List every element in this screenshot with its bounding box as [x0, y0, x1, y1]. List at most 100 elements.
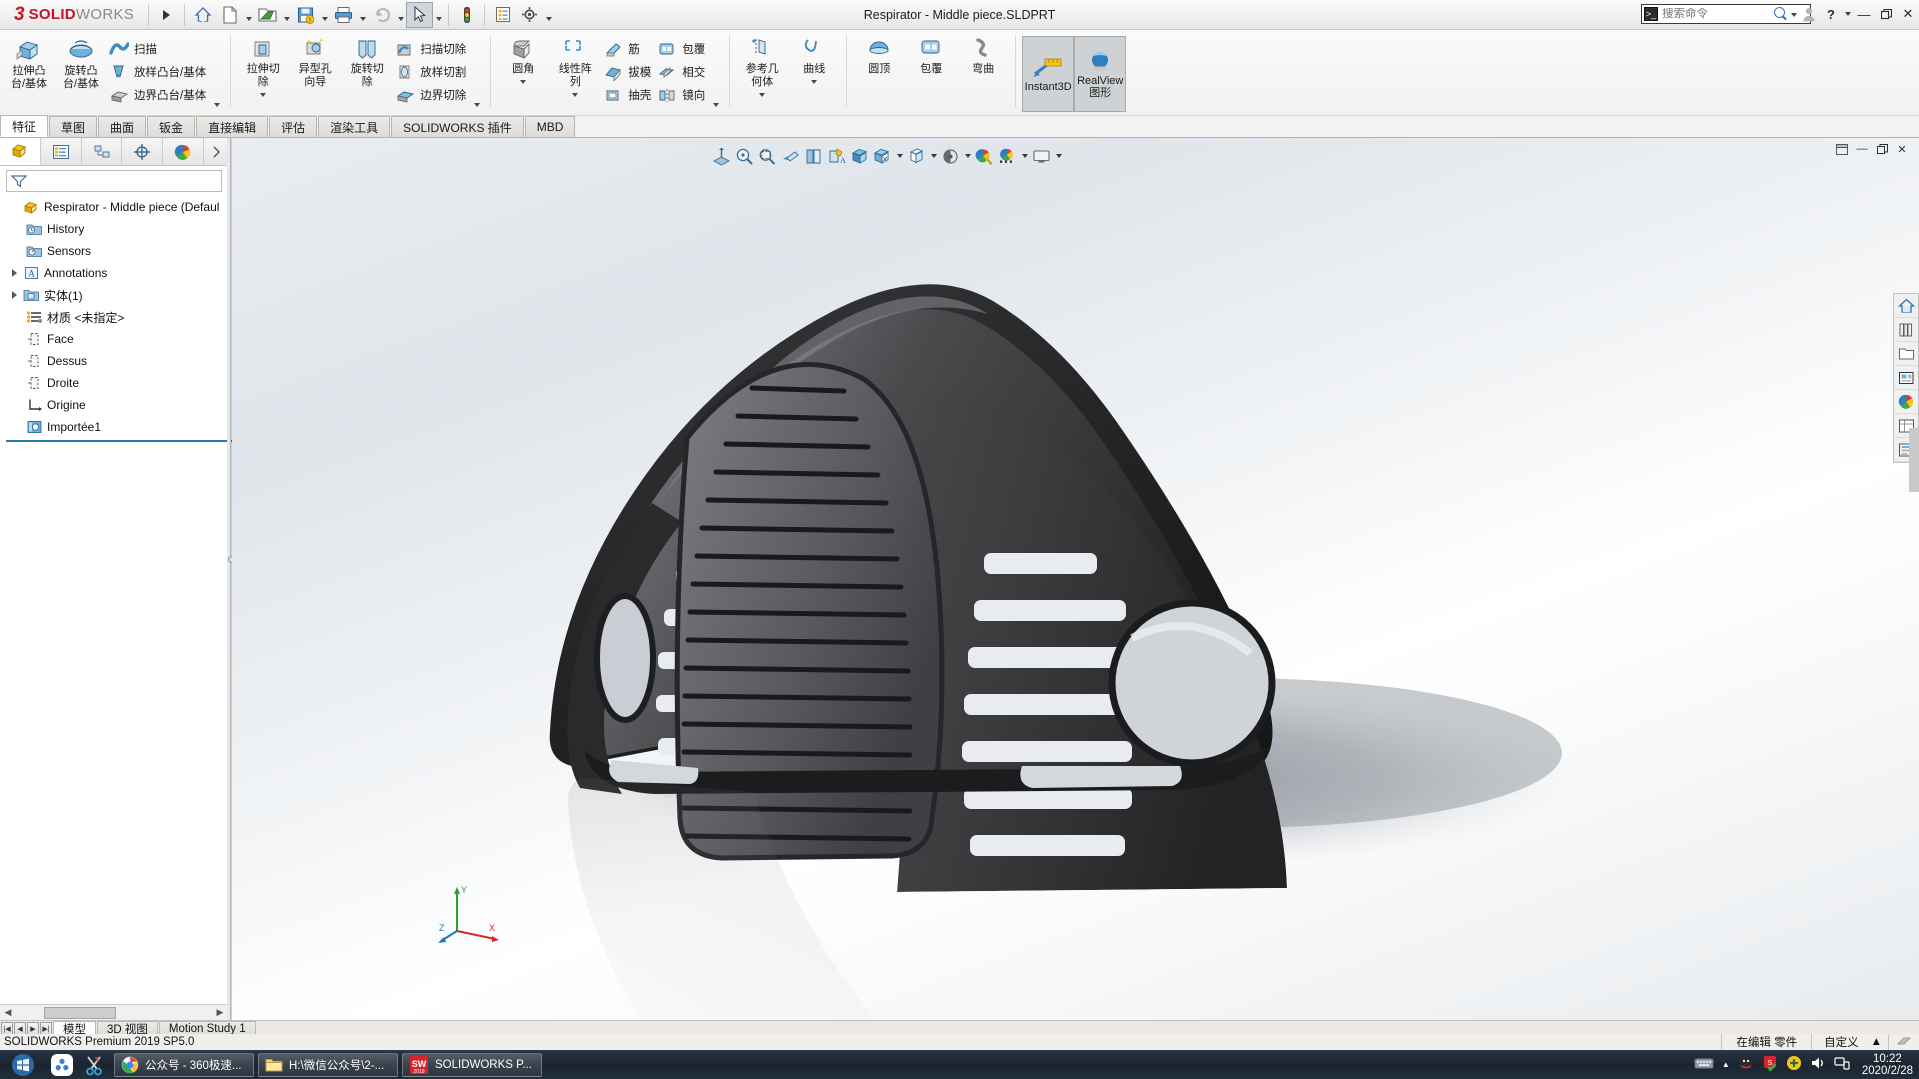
- new-document-dropdown[interactable]: [243, 2, 254, 28]
- wrap2-button[interactable]: 包覆: [905, 33, 957, 76]
- minimize-button[interactable]: —: [1853, 0, 1875, 28]
- extruded-cut-button[interactable]: 拉伸切除: [237, 33, 289, 88]
- appearances-scenes-button[interactable]: [1894, 390, 1918, 414]
- feature-manager-tab[interactable]: [0, 138, 41, 165]
- design-library-button[interactable]: [1894, 318, 1918, 342]
- revolved-cut-button[interactable]: 旋转切除: [341, 33, 393, 88]
- tree-item-origin[interactable]: Origine: [6, 394, 228, 416]
- graphics-vertical-scrollbar[interactable]: [1909, 428, 1919, 492]
- tab-evaluate[interactable]: 评估: [269, 116, 318, 137]
- instant3d-toggle[interactable]: Instant3D: [1022, 36, 1075, 112]
- start-button[interactable]: [0, 1053, 46, 1077]
- fillet-button[interactable]: 圆角: [497, 33, 549, 76]
- lofted-cut-button[interactable]: 放样切割: [393, 60, 470, 83]
- print-dropdown[interactable]: [357, 2, 368, 28]
- show-hidden-icons-button[interactable]: ▲: [1722, 1060, 1730, 1069]
- property-manager-tab[interactable]: [40, 138, 82, 165]
- home-button[interactable]: [189, 2, 216, 28]
- extruded-boss-button[interactable]: 拉伸凸 台/基体: [3, 33, 55, 90]
- boundary-boss-button[interactable]: 边界凸台/基体: [107, 83, 210, 106]
- scroll-thumb[interactable]: [44, 1006, 116, 1019]
- expand-menu-button[interactable]: [153, 2, 180, 28]
- tree-root-item[interactable]: Respirator - Middle piece (Defaul: [6, 196, 228, 218]
- help-dropdown[interactable]: [1842, 0, 1853, 28]
- restore-button[interactable]: [1875, 0, 1897, 28]
- mirror-button[interactable]: 镜向: [655, 83, 709, 106]
- tab-sheetmetal[interactable]: 钣金: [147, 116, 196, 137]
- wrap-button[interactable]: 包覆: [655, 37, 709, 60]
- reference-geometry-button[interactable]: 参考几 何体: [736, 33, 788, 88]
- rebuild-button[interactable]: [453, 2, 480, 28]
- shell-button[interactable]: 抽壳: [601, 83, 655, 106]
- save-dropdown[interactable]: [319, 2, 330, 28]
- close-button[interactable]: ✕: [1897, 0, 1919, 28]
- reference-geometry-dropdown[interactable]: [755, 88, 769, 101]
- tab-mbd[interactable]: MBD: [524, 116, 576, 137]
- status-resize-grip[interactable]: [1888, 1034, 1919, 1050]
- file-properties-button[interactable]: [489, 2, 516, 28]
- tree-item-imported[interactable]: Importée1: [6, 416, 228, 438]
- antivirus-icon[interactable]: S: [1762, 1055, 1778, 1074]
- snipping-tool-button[interactable]: [78, 1054, 110, 1076]
- boss-group-dropdown[interactable]: [210, 98, 224, 111]
- flex-button[interactable]: 弯曲: [957, 33, 1009, 76]
- expander[interactable]: [8, 291, 21, 299]
- swept-cut-button[interactable]: 扫描切除: [393, 37, 470, 60]
- panel-splitter[interactable]: [227, 138, 231, 1020]
- cut-group-dropdown[interactable]: [470, 98, 484, 111]
- tree-item-solid-bodies[interactable]: 实体(1): [6, 284, 228, 306]
- open-document-dropdown[interactable]: [281, 2, 292, 28]
- tab-surfaces[interactable]: 曲面: [98, 116, 147, 137]
- tab-sketch[interactable]: 草图: [49, 116, 98, 137]
- tree-item-plane-dessus[interactable]: Dessus: [6, 350, 228, 372]
- boundary-cut-button[interactable]: 边界切除: [393, 83, 470, 106]
- curves-button[interactable]: 曲线: [788, 33, 840, 76]
- curves-dropdown[interactable]: [807, 76, 821, 89]
- tree-filter-box[interactable]: [6, 170, 222, 192]
- home-task-button[interactable]: [1894, 294, 1918, 318]
- search-input[interactable]: [1662, 8, 1774, 20]
- options-dropdown[interactable]: [543, 2, 554, 28]
- tab-render-tools[interactable]: 渲染工具: [318, 116, 391, 137]
- swept-boss-button[interactable]: 扫描: [107, 37, 210, 60]
- view-palette-button[interactable]: [1894, 366, 1918, 390]
- select-tool-button[interactable]: [406, 1, 434, 28]
- taskbar-clock[interactable]: 10:22 2020/2/28: [1862, 1053, 1913, 1077]
- linear-pattern-dropdown[interactable]: [568, 88, 582, 101]
- undo-button[interactable]: [368, 2, 395, 28]
- taskbar-item-browser[interactable]: 公众号 - 360极速...: [114, 1052, 254, 1077]
- fillet-dropdown[interactable]: [516, 76, 530, 89]
- new-document-button[interactable]: [216, 2, 243, 28]
- tree-item-material[interactable]: 材质 <未指定>: [6, 306, 228, 328]
- draft-button[interactable]: 拔模: [601, 60, 655, 83]
- tab-direct-editing[interactable]: 直接编辑: [196, 116, 269, 137]
- linear-pattern-button[interactable]: 线性阵列: [549, 33, 601, 88]
- options-button[interactable]: [516, 2, 543, 28]
- extruded-cut-dropdown[interactable]: [256, 88, 270, 101]
- realview-toggle[interactable]: RealView 图形: [1074, 36, 1127, 112]
- rib-button[interactable]: 筋: [601, 37, 655, 60]
- dome-button[interactable]: 圆顶: [853, 33, 905, 76]
- tree-item-sensors[interactable]: Sensors: [6, 240, 228, 262]
- volume-icon[interactable]: [1810, 1056, 1826, 1073]
- keyboard-icon[interactable]: [1694, 1056, 1714, 1073]
- select-tool-dropdown[interactable]: [433, 2, 444, 28]
- features-group-dropdown[interactable]: [709, 98, 723, 111]
- open-document-button[interactable]: [254, 2, 281, 28]
- tree-item-annotations[interactable]: A Annotations: [6, 262, 228, 284]
- tab-solidworks-addins[interactable]: SOLIDWORKS 插件: [391, 116, 524, 137]
- taskbar-item-solidworks[interactable]: SW 2019 SOLIDWORKS P...: [402, 1052, 542, 1077]
- taskbar-item-explorer[interactable]: H:\微信公众号\2-...: [258, 1052, 398, 1077]
- hole-wizard-button[interactable]: 异型孔 向导: [289, 33, 341, 88]
- network-icon[interactable]: [1834, 1056, 1850, 1073]
- tree-item-plane-droite[interactable]: Droite: [6, 372, 228, 394]
- file-explorer-button[interactable]: [1894, 342, 1918, 366]
- command-search-box[interactable]: >_: [1641, 4, 1811, 24]
- tree-horizontal-scrollbar[interactable]: ◀ ▶: [0, 1004, 228, 1020]
- dimxpert-manager-tab[interactable]: [122, 138, 164, 165]
- scroll-left-arrow[interactable]: ◀: [0, 1006, 16, 1020]
- more-manager-tabs[interactable]: [204, 138, 229, 165]
- scroll-right-arrow[interactable]: ▶: [212, 1006, 228, 1020]
- pinned-browser-button[interactable]: [46, 1053, 78, 1076]
- undo-dropdown[interactable]: [395, 2, 406, 28]
